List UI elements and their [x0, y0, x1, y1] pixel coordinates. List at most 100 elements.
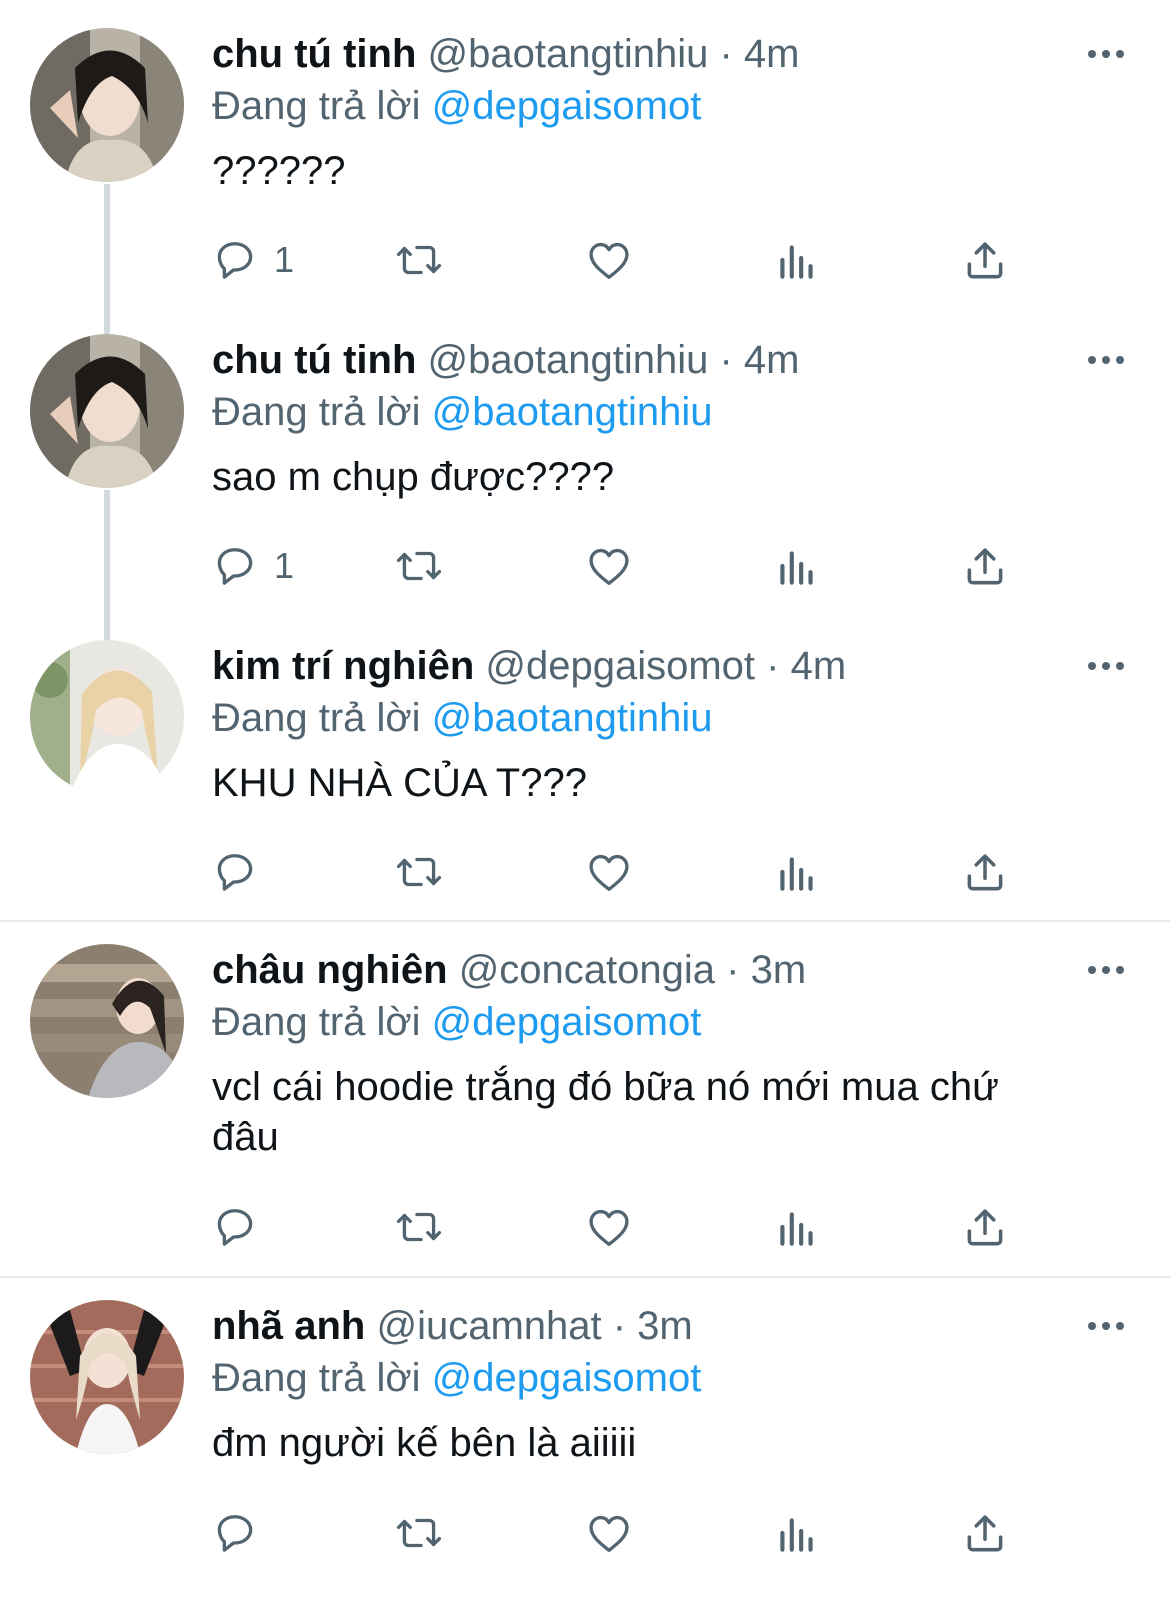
avatar[interactable]: [30, 1300, 184, 1454]
display-name[interactable]: chu tú tinh: [212, 32, 416, 76]
replying-to-label: Đang trả lời: [212, 696, 421, 740]
user-handle[interactable]: @concatongia: [459, 948, 715, 992]
display-name[interactable]: kim trí nghiên: [212, 644, 474, 688]
more-icon[interactable]: [1086, 659, 1126, 673]
like-button[interactable]: [584, 538, 634, 594]
reply-button[interactable]: 1: [210, 232, 294, 288]
tweet[interactable]: chu tú tinh @baotangtinhiu · 4m Đang trả…: [0, 306, 1170, 612]
retweet-icon: [394, 1508, 444, 1558]
retweet-button[interactable]: [394, 1199, 444, 1255]
tweet-text: đm người kế bên là aiiiii: [212, 1421, 637, 1465]
replying-to-label: Đang trả lời: [212, 1356, 421, 1400]
share-button[interactable]: [960, 1199, 1010, 1255]
more-icon[interactable]: [1086, 47, 1126, 61]
reply-button[interactable]: [210, 844, 274, 900]
views-button[interactable]: [772, 1505, 822, 1561]
retweet-button[interactable]: [394, 844, 444, 900]
tweet[interactable]: chu tú tinh @baotangtinhiu · 4m Đang trả…: [0, 0, 1170, 306]
retweet-button[interactable]: [394, 232, 444, 288]
tweet-actions: [212, 1505, 1042, 1561]
user-handle[interactable]: @depgaisomot: [485, 644, 755, 688]
timestamp[interactable]: 4m: [744, 338, 800, 382]
heart-icon: [584, 1202, 634, 1252]
replying-to: Đang trả lời @depgaisomot: [212, 80, 1130, 132]
avatar[interactable]: [30, 28, 184, 182]
views-icon: [772, 847, 822, 897]
replying-to: Đang trả lời @depgaisomot: [212, 1352, 1130, 1404]
replying-to-label: Đang trả lời: [212, 84, 421, 128]
heart-icon: [584, 847, 634, 897]
display-name[interactable]: châu nghiên: [212, 948, 448, 992]
like-button[interactable]: [584, 1199, 634, 1255]
dot-separator: ·: [755, 644, 791, 688]
user-handle[interactable]: @baotangtinhiu: [428, 338, 709, 382]
views-button[interactable]: [772, 538, 822, 594]
mention-link[interactable]: @depgaisomot: [432, 1000, 702, 1044]
tweet-actions: 1: [212, 232, 1042, 288]
like-button[interactable]: [584, 1505, 634, 1561]
mention-link[interactable]: @depgaisomot: [432, 1356, 702, 1400]
avatar[interactable]: [30, 334, 184, 488]
tweet-text: vcl cái hoodie trắng đó bữa nó mới mua c…: [212, 1065, 999, 1159]
tweet[interactable]: châu nghiên @concatongia · 3m Đang trả l…: [0, 922, 1170, 1278]
retweet-button[interactable]: [394, 538, 444, 594]
replying-to: Đang trả lời @depgaisomot: [212, 996, 1130, 1048]
tweet-header: chu tú tinh @baotangtinhiu · 4m: [212, 28, 1130, 80]
display-name[interactable]: chu tú tinh: [212, 338, 416, 382]
reply-count: 1: [274, 545, 295, 586]
like-button[interactable]: [584, 844, 634, 900]
more-icon[interactable]: [1086, 1319, 1126, 1333]
reply-icon: [210, 235, 260, 285]
share-button[interactable]: [960, 1505, 1010, 1561]
tweet-header: kim trí nghiên @depgaisomot · 4m: [212, 640, 1130, 692]
mention-link[interactable]: @baotangtinhiu: [432, 390, 713, 434]
retweet-icon: [394, 235, 444, 285]
tweet-header: châu nghiên @concatongia · 3m: [212, 944, 1130, 996]
timestamp[interactable]: 4m: [791, 644, 847, 688]
retweet-button[interactable]: [394, 1505, 444, 1561]
share-button[interactable]: [960, 844, 1010, 900]
share-icon: [960, 235, 1010, 285]
reply-icon: [210, 847, 260, 897]
tweet-text: KHU NHÀ CỦA T???: [212, 761, 587, 805]
reply-button[interactable]: [210, 1505, 274, 1561]
timestamp[interactable]: 4m: [744, 32, 800, 76]
dot-separator: ·: [715, 948, 751, 992]
views-icon: [772, 541, 822, 591]
more-icon[interactable]: [1086, 963, 1126, 977]
reply-count: 1: [274, 239, 295, 280]
tweet-header: nhã anh @iucamnhat · 3m: [212, 1300, 1130, 1352]
timestamp[interactable]: 3m: [637, 1304, 693, 1348]
mention-link[interactable]: @depgaisomot: [432, 84, 702, 128]
like-button[interactable]: [584, 232, 634, 288]
more-icon[interactable]: [1086, 353, 1126, 367]
reply-button[interactable]: 1: [210, 538, 294, 594]
avatar[interactable]: [30, 944, 184, 1098]
share-icon: [960, 1202, 1010, 1252]
retweet-icon: [394, 541, 444, 591]
views-button[interactable]: [772, 1199, 822, 1255]
user-handle[interactable]: @iucamnhat: [376, 1304, 601, 1348]
share-icon: [960, 541, 1010, 591]
avatar[interactable]: [30, 640, 184, 794]
replying-to: Đang trả lời @baotangtinhiu: [212, 386, 1130, 438]
views-button[interactable]: [772, 232, 822, 288]
share-button[interactable]: [960, 232, 1010, 288]
display-name[interactable]: nhã anh: [212, 1304, 365, 1348]
reply-timeline: chu tú tinh @baotangtinhiu · 4m Đang trả…: [0, 0, 1170, 1599]
tweet-header: chu tú tinh @baotangtinhiu · 4m: [212, 334, 1130, 386]
mention-link[interactable]: @baotangtinhiu: [432, 696, 713, 740]
heart-icon: [584, 1508, 634, 1558]
share-button[interactable]: [960, 538, 1010, 594]
tweet[interactable]: nhã anh @iucamnhat · 3m Đang trả lời @de…: [0, 1278, 1170, 1599]
tweet[interactable]: kim trí nghiên @depgaisomot · 4m Đang tr…: [0, 612, 1170, 922]
tweet-actions: 1: [212, 538, 1042, 594]
reply-button[interactable]: [210, 1199, 274, 1255]
heart-icon: [584, 541, 634, 591]
user-handle[interactable]: @baotangtinhiu: [428, 32, 709, 76]
tweet-actions: [212, 844, 1042, 900]
share-icon: [960, 847, 1010, 897]
timestamp[interactable]: 3m: [751, 948, 807, 992]
views-button[interactable]: [772, 844, 822, 900]
reply-icon: [210, 1508, 260, 1558]
